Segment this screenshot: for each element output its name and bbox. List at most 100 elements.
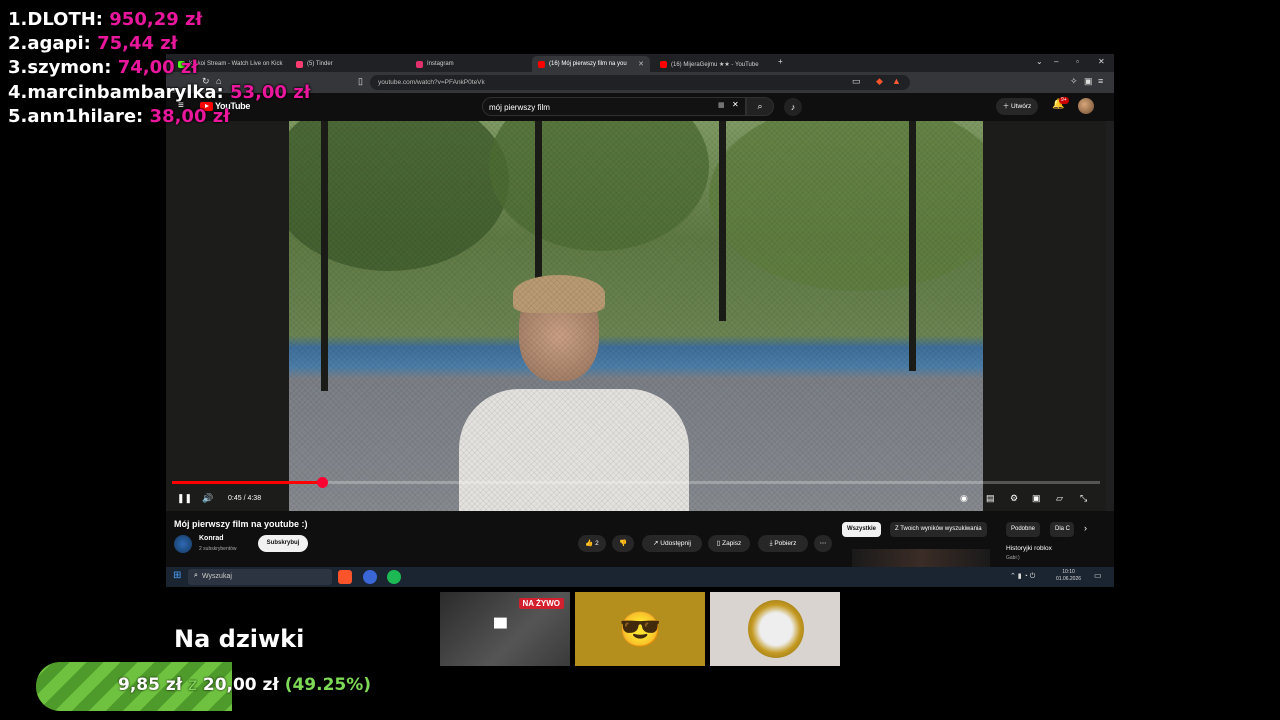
- subtitles-icon[interactable]: ▤: [986, 493, 995, 504]
- progress-fill: [172, 481, 323, 484]
- trampoline-net: [289, 121, 983, 511]
- minimize-icon[interactable]: –: [1054, 57, 1058, 66]
- url-input[interactable]: youtube.com/watch?v=PFAnkP0teVk: [370, 75, 910, 90]
- donor-name: szymon:: [27, 57, 112, 79]
- clear-search-icon[interactable]: ✕: [732, 100, 739, 109]
- like-button[interactable]: 👍 2: [578, 535, 606, 552]
- browser-window: Kinkoi Stream - Watch Live on Kick (5) T…: [166, 54, 1114, 587]
- brave-rewards-icon[interactable]: ▲: [892, 76, 901, 86]
- video-player[interactable]: ❚❚ 🔊 0:45 / 4:38 ◉ ▤ ⚙ ▣ ▱ ⤡: [166, 121, 1106, 511]
- thumbs-down-icon: 👎: [618, 540, 628, 547]
- taskbar-clock[interactable]: 10:10 01.06.2026: [1056, 569, 1081, 583]
- search-button[interactable]: ⌕: [746, 97, 774, 116]
- pause-icon[interactable]: ❚❚: [177, 493, 192, 504]
- bookmark-icon[interactable]: ▯: [358, 76, 363, 87]
- app-icon[interactable]: [363, 570, 377, 584]
- brave-app-icon[interactable]: [338, 570, 352, 584]
- channel-name[interactable]: Konrad: [199, 535, 224, 542]
- tab-label: Instagram: [427, 61, 454, 67]
- windows-taskbar: ⊞ Wyszukaj ⌕ ⌃ ▮ ◔ ⏻ 10:10 01.06.2026 ▭: [166, 567, 1114, 587]
- notification-center-icon[interactable]: ▭: [1094, 571, 1102, 580]
- chip-for-you[interactable]: Dla C: [1050, 522, 1074, 537]
- video-progress-bar[interactable]: [172, 477, 1100, 488]
- avatar[interactable]: [1078, 98, 1094, 114]
- tab-label: (16) MijeraGejmu ★★ - YouTube: [671, 61, 759, 68]
- new-tab-icon[interactable]: +: [778, 57, 783, 66]
- clock-date: 01.06.2026: [1056, 576, 1082, 582]
- screen-share-icon: ▀: [494, 618, 507, 638]
- chip-from-search[interactable]: Z Twoich wyników wyszukiwania: [890, 522, 987, 537]
- tab-label: (5) Tinder: [307, 61, 333, 67]
- like-count: 2: [595, 540, 599, 547]
- share-button[interactable]: ↗ Udostępnij: [642, 535, 702, 552]
- spotify-icon[interactable]: [387, 570, 401, 584]
- rank: 4.: [8, 81, 28, 103]
- goal-target: 20,00 zł: [202, 675, 279, 695]
- more-icon: ⋯: [819, 540, 827, 547]
- tab-instagram[interactable]: Instagram: [410, 56, 528, 72]
- search-input[interactable]: mój pierwszy film: [482, 97, 746, 116]
- share-icon: ↗: [653, 540, 659, 547]
- volume-icon[interactable]: 🔊: [202, 493, 213, 504]
- stream-thumbnail-live[interactable]: NA ŻYWO ▀: [440, 592, 570, 666]
- fullscreen-icon[interactable]: ⤡: [1080, 493, 1087, 504]
- maximize-icon[interactable]: ▫: [1076, 57, 1079, 66]
- rank: 1.: [8, 9, 28, 30]
- tab-youtube-active[interactable]: (16) Mój pierwszy film na you ✕: [532, 56, 650, 72]
- recommended-thumbnail[interactable]: [852, 549, 990, 567]
- bookmark-icon: ▯: [716, 540, 721, 547]
- leaderboard-row: 1.DLOTH: 950,29 zł: [8, 8, 310, 32]
- rank: 3.: [8, 57, 28, 79]
- search-icon: ⌕: [194, 572, 198, 579]
- extensions-icon[interactable]: ✧: [1070, 76, 1078, 87]
- donor-amount: 75,44 zł: [97, 33, 178, 55]
- youtube-icon: [538, 60, 545, 68]
- tab-youtube[interactable]: (16) MijeraGejmu ★★ - YouTube: [654, 56, 772, 72]
- chip-related[interactable]: Podobne: [1006, 522, 1041, 537]
- youtube-icon: [660, 60, 667, 68]
- save-button[interactable]: ▯ Zapisz: [708, 535, 750, 552]
- download-button[interactable]: ⤓ Pobierz: [758, 535, 808, 552]
- donor-amount: 74,00 zł: [117, 57, 199, 79]
- taskbar-search[interactable]: Wyszukaj: [188, 569, 332, 585]
- miniplayer-icon[interactable]: ▣: [1032, 493, 1041, 504]
- cast-icon[interactable]: ▱: [1056, 493, 1063, 504]
- goal-title: Na dziwki: [174, 625, 305, 653]
- save-label: Zapisz: [722, 540, 742, 547]
- channel-avatar[interactable]: [174, 535, 192, 553]
- donor-leaderboard: 1.DLOTH: 950,29 zł 2.agapi: 75,44 zł 3.s…: [8, 8, 310, 129]
- screen-icon[interactable]: ▭: [852, 76, 861, 87]
- goal-separator: z: [188, 675, 197, 695]
- brave-shield-icon[interactable]: ◆: [876, 76, 883, 87]
- tab-label: (16) Mój pierwszy film na you: [549, 61, 627, 67]
- more-actions-button[interactable]: ⋯: [814, 535, 832, 552]
- cool-emoji-icon: 😎: [619, 611, 662, 649]
- instagram-icon: [416, 60, 423, 68]
- dislike-button[interactable]: 👎: [612, 535, 634, 552]
- tab-list-icon[interactable]: ⌄: [1036, 57, 1043, 66]
- video-frame[interactable]: [289, 121, 983, 511]
- stream-thumbnail-emoji[interactable]: 😎: [575, 592, 705, 666]
- windows-start-icon[interactable]: ⊞: [173, 570, 181, 581]
- leaderboard-row: 2.agapi: 75,44 zł: [8, 32, 310, 56]
- leaderboard-row: 4.marcinbambarylka: 53,00 zł: [8, 81, 310, 105]
- video-time: 0:45 / 4:38: [228, 495, 262, 502]
- subscribe-button[interactable]: Subskrybuj: [258, 535, 308, 552]
- create-button[interactable]: ＋ Utwórz: [996, 98, 1038, 115]
- chip-all[interactable]: Wszystkie: [842, 522, 882, 537]
- system-tray-icons[interactable]: ⌃ ▮ ◔ ⏻: [1010, 572, 1035, 581]
- stream-thumbnail-joker[interactable]: [710, 592, 840, 666]
- menu-icon[interactable]: ≡: [1098, 76, 1103, 86]
- recommended-title[interactable]: Historyjki roblox: [1006, 545, 1052, 552]
- wallet-icon[interactable]: ▣: [1084, 76, 1093, 87]
- autoplay-toggle-icon[interactable]: ◉: [960, 493, 968, 504]
- close-window-icon[interactable]: ✕: [1098, 57, 1105, 66]
- keyboard-icon[interactable]: ▦: [718, 101, 725, 109]
- chevron-right-icon[interactable]: ›: [1084, 523, 1087, 533]
- search-icon: ⌕: [757, 101, 763, 111]
- voice-search-button[interactable]: ♪: [784, 98, 802, 116]
- close-icon[interactable]: ✕: [638, 60, 644, 68]
- rank: 5.: [8, 105, 28, 127]
- settings-gear-icon[interactable]: ⚙: [1010, 493, 1018, 504]
- donor-name: DLOTH:: [27, 9, 103, 30]
